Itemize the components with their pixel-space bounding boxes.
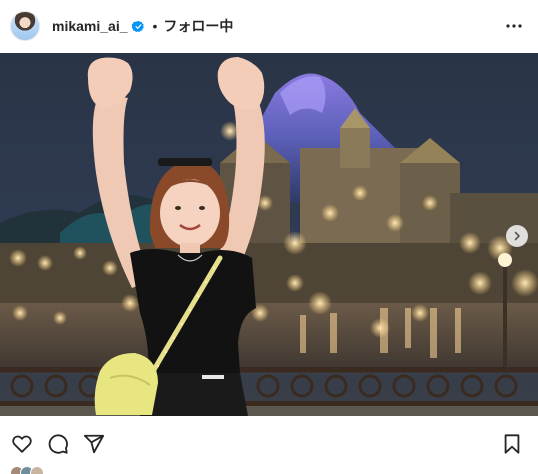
more-options-button[interactable] bbox=[502, 14, 526, 38]
more-options-icon bbox=[506, 24, 522, 28]
post-photo[interactable] bbox=[0, 53, 538, 416]
header-separator: • bbox=[152, 18, 158, 34]
bookmark-icon bbox=[504, 434, 520, 454]
share-button[interactable] bbox=[82, 432, 106, 456]
chevron-right-icon bbox=[514, 231, 520, 241]
comment-icon bbox=[48, 434, 68, 454]
heart-icon bbox=[12, 435, 32, 453]
instagram-post: mikami_ai_ • フォロー中 bbox=[0, 0, 538, 474]
liked-by-strip bbox=[10, 466, 44, 474]
like-button[interactable] bbox=[10, 432, 34, 456]
save-button[interactable] bbox=[500, 432, 524, 456]
post-header: mikami_ai_ • フォロー中 bbox=[0, 0, 538, 52]
verified-badge-icon bbox=[131, 20, 144, 32]
liked-avatar bbox=[30, 466, 44, 474]
profile-avatar[interactable] bbox=[10, 11, 40, 41]
post-actions bbox=[0, 424, 538, 464]
send-icon bbox=[83, 434, 105, 454]
username-link[interactable]: mikami_ai_ bbox=[52, 18, 128, 34]
photo-illustration bbox=[0, 53, 538, 416]
comment-button[interactable] bbox=[46, 432, 70, 456]
next-photo-button[interactable] bbox=[506, 225, 528, 247]
follow-status-button[interactable]: フォロー中 bbox=[163, 16, 233, 36]
